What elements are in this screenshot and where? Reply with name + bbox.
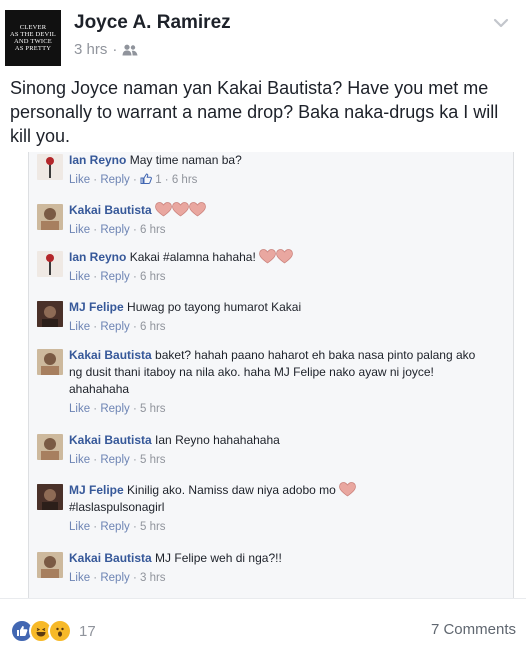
like-link[interactable]: Like	[69, 271, 90, 283]
comment-author[interactable]: MJ Felipe	[69, 300, 124, 314]
reaction-count[interactable]: 17	[79, 623, 96, 640]
avatar-text-2: AS THE DEVIL	[10, 31, 56, 38]
like-link[interactable]: Like	[69, 521, 90, 533]
comment-author[interactable]: Kakai Bautista	[69, 348, 152, 362]
comment-like-count: 1	[155, 174, 162, 186]
avatar-text-4: AS PRETTY	[14, 45, 52, 52]
heart-emoji-icon	[339, 482, 357, 497]
reply-link[interactable]: Reply	[100, 572, 129, 584]
comment-author[interactable]: Kakai Bautista	[69, 433, 152, 447]
avatar-text-1: CLEVER	[19, 24, 47, 31]
reply-link[interactable]: Reply	[100, 271, 129, 283]
comment-text: Kakai #alamna hahaha!	[129, 250, 256, 264]
commenter-avatar	[37, 552, 63, 578]
comment-text: MJ Felipe weh di nga?!!	[155, 551, 282, 565]
commenter-avatar	[37, 434, 63, 460]
comment-body: Kakai Bautista baket? hahah paano haharo…	[69, 347, 489, 418]
author-name[interactable]: Joyce A. Ramirez	[74, 12, 231, 34]
comment-actions: Like · Reply · 6 hrs	[69, 224, 166, 236]
friends-icon[interactable]	[122, 44, 138, 56]
commenter-avatar	[37, 204, 63, 230]
like-link[interactable]: Like	[69, 174, 90, 186]
comment-time[interactable]: 3 hrs	[140, 572, 166, 584]
comment-time[interactable]: 6 hrs	[140, 321, 166, 333]
commenter-avatar	[37, 251, 63, 277]
reply-link[interactable]: Reply	[100, 521, 129, 533]
post-time[interactable]: 3 hrs	[74, 41, 107, 58]
like-link[interactable]: Like	[69, 454, 90, 466]
comment-body: MJ Felipe Huwag po tayong humarot Kakai …	[69, 299, 499, 336]
like-link[interactable]: Like	[69, 403, 90, 415]
like-link[interactable]: Like	[69, 572, 90, 584]
comment-author[interactable]: MJ Felipe	[69, 483, 124, 497]
comment-actions: Like · Reply · 1 · 6 hrs	[69, 173, 198, 186]
commenter-avatar	[37, 154, 63, 180]
comment-actions: Like · Reply · 6 hrs	[69, 321, 166, 333]
comment-time[interactable]: 6 hrs	[140, 224, 166, 236]
commenter-avatar	[37, 301, 63, 327]
comment-time[interactable]: 5 hrs	[140, 521, 166, 533]
wow-reaction-icon	[48, 619, 72, 643]
post-meta: 3 hrs ·	[74, 41, 138, 58]
reply-link[interactable]: Reply	[100, 174, 129, 186]
comment-actions: Like · Reply · 5 hrs	[69, 403, 166, 415]
comments-screenshot: Ian Reyno May time naman ba? Like · Repl…	[28, 152, 514, 598]
like-link[interactable]: Like	[69, 321, 90, 333]
comment-time[interactable]: 5 hrs	[140, 454, 166, 466]
reply-link[interactable]: Reply	[100, 224, 129, 236]
comment-author[interactable]: Ian Reyno	[69, 153, 126, 167]
comment-time[interactable]: 6 hrs	[140, 271, 166, 283]
thumbs-up-icon	[140, 173, 152, 184]
comment-actions: Like · Reply · 3 hrs	[69, 572, 166, 584]
comment-actions: Like · Reply · 5 hrs	[69, 521, 166, 533]
comment-author[interactable]: Kakai Bautista	[69, 551, 152, 565]
comment-time[interactable]: 6 hrs	[172, 174, 198, 186]
comment-author[interactable]: Ian Reyno	[69, 250, 126, 264]
reply-link[interactable]: Reply	[100, 454, 129, 466]
reply-link[interactable]: Reply	[100, 403, 129, 415]
heart-emoji-icon	[155, 202, 206, 217]
comment-body: Kakai Bautista Like · Reply · 6 hrs	[69, 202, 499, 239]
comment-text: Huwag po tayong humarot Kakai	[127, 300, 302, 314]
comment-body: Kakai Bautista MJ Felipe weh di nga?!! L…	[69, 550, 499, 587]
meta-separator: ·	[112, 41, 118, 58]
comment-actions: Like · Reply · 6 hrs	[69, 271, 166, 283]
comment-body: Ian Reyno Kakai #alamna hahaha! Like · R…	[69, 249, 499, 286]
comment-text: May time naman ba?	[129, 153, 242, 167]
post-text: Sinong Joyce naman yan Kakai Bautista? H…	[10, 78, 499, 146]
comment-hashtag: #laslaspulsonagirl	[69, 500, 165, 514]
post-footer: 17 7 Comments	[0, 598, 526, 668]
chevron-down-icon[interactable]	[492, 14, 510, 32]
comment-time[interactable]: 5 hrs	[140, 403, 166, 415]
comment-body: MJ Felipe Kinilig ako. Namiss daw niya a…	[69, 482, 499, 536]
comment-author[interactable]: Kakai Bautista	[69, 203, 152, 217]
heart-emoji-icon	[259, 249, 293, 264]
post-header: CLEVER AS THE DEVIL AND TWICE AS PRETTY …	[0, 0, 526, 72]
commenter-avatar	[37, 349, 63, 375]
commenter-avatar	[37, 484, 63, 510]
author-avatar[interactable]: CLEVER AS THE DEVIL AND TWICE AS PRETTY	[5, 10, 61, 66]
like-link[interactable]: Like	[69, 224, 90, 236]
comment-text: Kinilig ako. Namiss daw niya adobo mo	[127, 483, 336, 497]
avatar-text-3: AND TWICE	[14, 38, 52, 45]
comment-actions: Like · Reply · 5 hrs	[69, 454, 166, 466]
comment-body: Ian Reyno May time naman ba? Like · Repl…	[69, 152, 499, 189]
comment-text: Ian Reyno hahahahaha	[155, 433, 280, 447]
reactions-summary[interactable]: 17	[10, 619, 96, 643]
reply-link[interactable]: Reply	[100, 321, 129, 333]
comment-body: Kakai Bautista Ian Reyno hahahahaha Like…	[69, 432, 499, 469]
comments-count-link[interactable]: 7 Comments	[431, 621, 516, 638]
